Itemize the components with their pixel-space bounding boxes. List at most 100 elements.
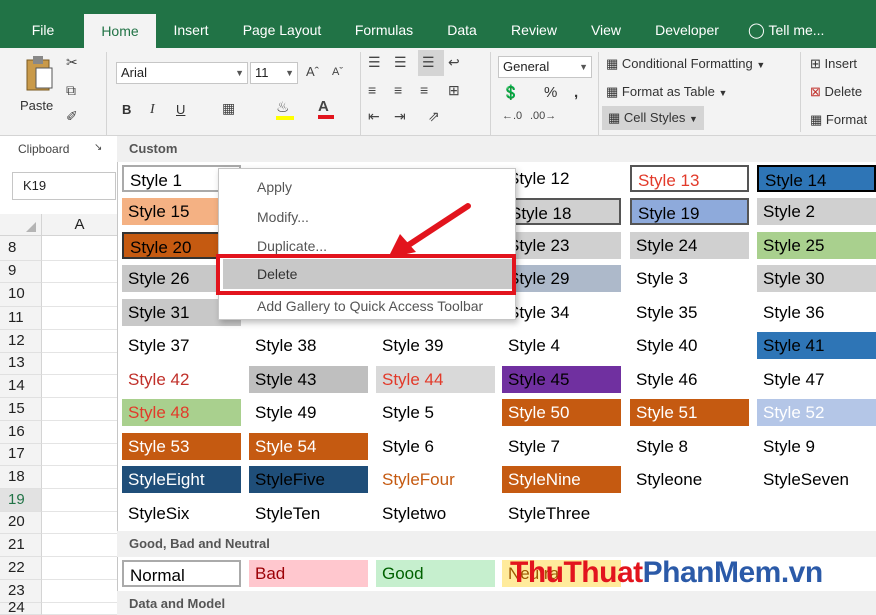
menu-item-add-to-quick-access[interactable]: Add Gallery to Quick Access Toolbar <box>257 292 483 320</box>
italic-button[interactable]: I <box>150 102 155 118</box>
borders-icon[interactable]: ▦ <box>222 100 235 117</box>
percent-style-button[interactable]: % <box>544 84 557 101</box>
decrease-indent-icon[interactable]: ⇤ <box>368 108 380 125</box>
style-swatch[interactable]: StyleFive <box>249 466 368 493</box>
row-header[interactable]: 9 <box>0 261 42 283</box>
style-swatch[interactable]: Style 51 <box>630 399 749 426</box>
style-swatch[interactable]: Style 50 <box>502 399 621 426</box>
select-all-button[interactable] <box>0 214 42 236</box>
row-header[interactable]: 16 <box>0 421 42 444</box>
tab-data[interactable]: Data <box>440 12 484 48</box>
wrap-text-icon[interactable]: ↩ <box>448 54 460 71</box>
row-header[interactable]: 15 <box>0 398 42 421</box>
font-color-icon[interactable]: A <box>318 98 334 119</box>
align-center-icon[interactable]: ≡ <box>394 82 402 98</box>
style-swatch[interactable]: Style 52 <box>757 399 876 426</box>
row-header[interactable]: 18 <box>0 466 42 489</box>
tab-formulas[interactable]: Formulas <box>346 12 422 48</box>
style-swatch[interactable]: Style 25 <box>757 232 876 259</box>
style-swatch[interactable]: Style 12 <box>502 165 621 192</box>
tab-home[interactable]: Home <box>84 14 156 48</box>
style-swatch[interactable]: Style 49 <box>249 399 368 426</box>
style-swatch[interactable]: Style 37 <box>122 332 241 359</box>
format-cells-button[interactable]: ▦ Format <box>810 112 867 128</box>
style-swatch[interactable]: Style 43 <box>249 366 368 393</box>
conditional-formatting-button[interactable]: ▦ Conditional Formatting ▼ <box>606 56 765 72</box>
align-middle-icon[interactable]: ☰ <box>394 54 407 71</box>
style-swatch[interactable]: Style 14 <box>757 165 876 192</box>
underline-button[interactable]: U <box>176 102 185 117</box>
style-swatch[interactable]: Style 44 <box>376 366 495 393</box>
delete-cells-button[interactable]: ⊠ Delete <box>810 84 862 100</box>
style-swatch[interactable]: Style 48 <box>122 399 241 426</box>
style-swatch[interactable]: Style 6 <box>376 433 495 460</box>
tab-file[interactable]: File <box>22 12 64 48</box>
tab-developer[interactable]: Developer <box>646 12 728 48</box>
style-swatch[interactable]: Style 29 <box>502 265 621 292</box>
name-box[interactable]: K19 <box>12 172 116 200</box>
increase-decimal-icon[interactable]: ←.0 <box>502 110 522 122</box>
style-swatch[interactable]: Style 9 <box>757 433 876 460</box>
row-header[interactable]: 19 <box>0 489 42 512</box>
format-as-table-button[interactable]: ▦ Format as Table ▼ <box>606 84 727 100</box>
style-swatch[interactable]: StyleTen <box>249 500 368 527</box>
tab-review[interactable]: Review <box>502 12 566 48</box>
shrink-font-icon[interactable]: Aˇ <box>332 66 343 78</box>
row-header[interactable]: 22 <box>0 557 42 580</box>
style-swatch[interactable]: Styletwo <box>376 500 495 527</box>
row-header[interactable]: 8 <box>0 236 42 261</box>
style-swatch[interactable]: Style 4 <box>502 332 621 359</box>
style-swatch[interactable]: Style 23 <box>502 232 621 259</box>
style-swatch[interactable]: Style 35 <box>630 299 749 326</box>
style-swatch[interactable]: Style 2 <box>757 198 876 225</box>
style-swatch[interactable]: StyleNine <box>502 466 621 493</box>
style-swatch[interactable]: Style 8 <box>630 433 749 460</box>
orientation-icon[interactable]: ⇗ <box>428 108 440 125</box>
style-swatch[interactable]: Style 38 <box>249 332 368 359</box>
align-left-icon[interactable]: ≡ <box>368 82 376 98</box>
row-header[interactable]: 21 <box>0 534 42 557</box>
style-swatch-bad[interactable]: Bad <box>249 560 368 587</box>
style-swatch[interactable]: Style 3 <box>630 265 749 292</box>
menu-item-apply[interactable]: Apply <box>257 173 292 201</box>
style-swatch[interactable]: Style 36 <box>757 299 876 326</box>
accounting-format-icon[interactable]: 💲 <box>502 84 519 101</box>
row-header[interactable]: 12 <box>0 330 42 353</box>
style-swatch[interactable]: Style 46 <box>630 366 749 393</box>
style-swatch[interactable]: Style 39 <box>376 332 495 359</box>
style-swatch[interactable]: Style 5 <box>376 399 495 426</box>
tell-me-box[interactable]: ◯ Tell me... <box>748 12 848 48</box>
style-swatch[interactable]: Style 42 <box>122 366 241 393</box>
align-right-icon[interactable]: ≡ <box>420 82 428 98</box>
style-swatch[interactable]: Style 30 <box>757 265 876 292</box>
cut-icon[interactable]: ✂ <box>66 54 78 71</box>
row-header[interactable]: 10 <box>0 283 42 307</box>
dialog-launcher-icon[interactable]: ↘ <box>94 142 102 153</box>
number-format-combo[interactable]: General ▼ <box>498 56 592 78</box>
copy-icon[interactable]: ⧉ <box>66 82 76 99</box>
menu-item-modify[interactable]: Modify... <box>257 203 309 231</box>
style-swatch-normal[interactable]: Normal <box>122 560 241 587</box>
paste-icon[interactable] <box>24 54 54 92</box>
row-header[interactable]: 17 <box>0 444 42 466</box>
font-size-combo[interactable]: 11 ▼ <box>250 62 298 84</box>
cell-styles-button[interactable]: ▦ Cell Styles ▼ <box>602 106 704 130</box>
bold-button[interactable]: B <box>122 102 131 117</box>
style-swatch[interactable]: Style 41 <box>757 332 876 359</box>
style-swatch[interactable]: Style 54 <box>249 433 368 460</box>
align-top-icon[interactable]: ☰ <box>368 54 381 71</box>
row-header[interactable]: 13 <box>0 353 42 375</box>
style-swatch[interactable]: StyleSeven <box>757 466 876 493</box>
tab-insert[interactable]: Insert <box>166 12 216 48</box>
tab-view[interactable]: View <box>584 12 628 48</box>
font-name-combo[interactable]: Arial ▼ <box>116 62 248 84</box>
align-bottom-icon[interactable]: ☰ <box>418 50 444 76</box>
decrease-decimal-icon[interactable]: .00→ <box>530 110 556 122</box>
style-swatch[interactable]: Style 19 <box>630 198 749 225</box>
style-swatch[interactable]: Style 53 <box>122 433 241 460</box>
row-header[interactable]: 20 <box>0 512 42 534</box>
row-header[interactable]: 14 <box>0 375 42 398</box>
style-swatch[interactable]: Style 45 <box>502 366 621 393</box>
style-swatch[interactable]: Styleone <box>630 466 749 493</box>
comma-style-button[interactable]: , <box>574 84 578 101</box>
